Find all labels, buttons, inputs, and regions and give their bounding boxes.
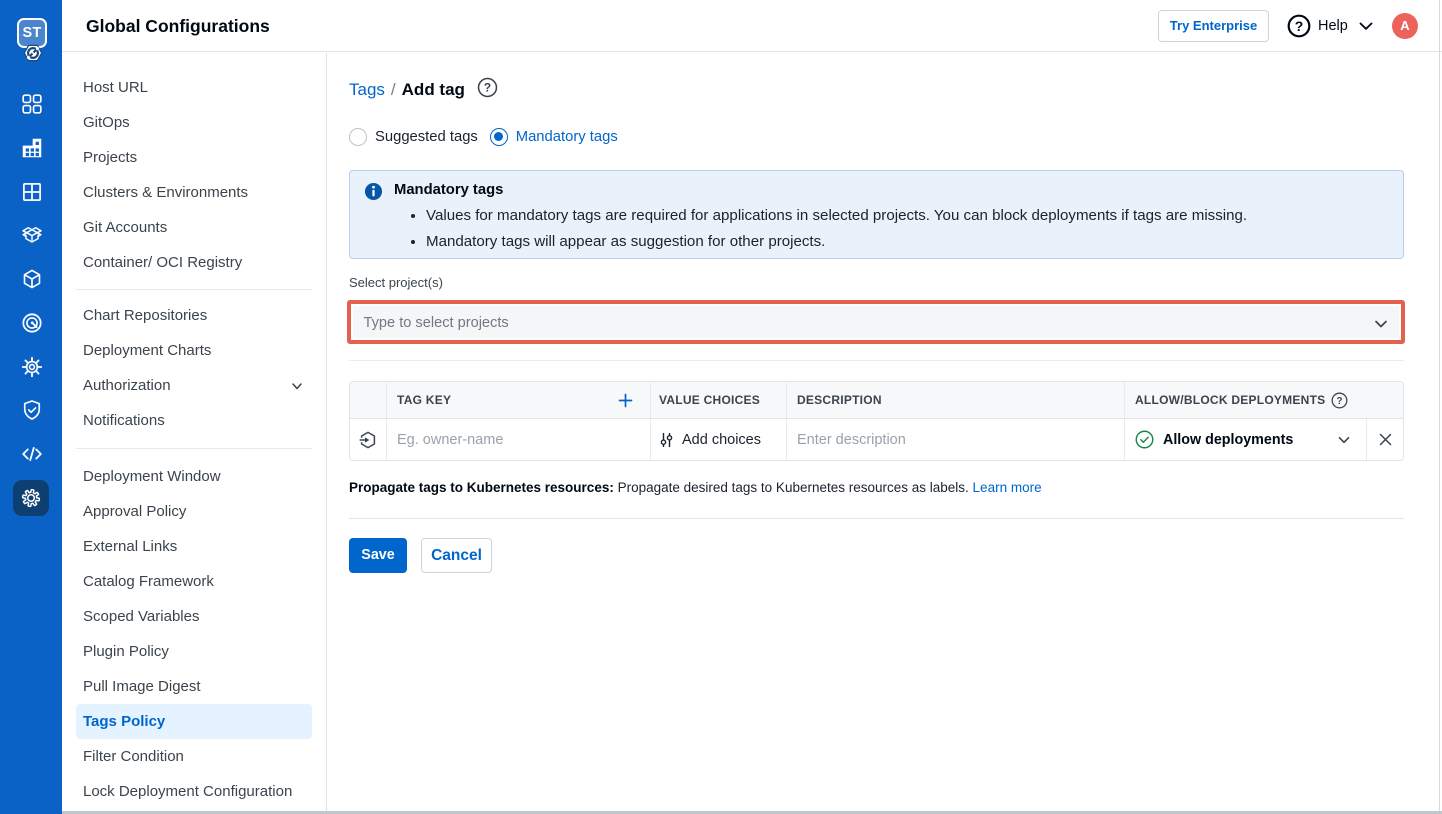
svg-text:?: ? <box>1295 18 1304 34</box>
svg-text:?: ? <box>1337 396 1343 407</box>
svg-text:?: ? <box>484 81 491 95</box>
